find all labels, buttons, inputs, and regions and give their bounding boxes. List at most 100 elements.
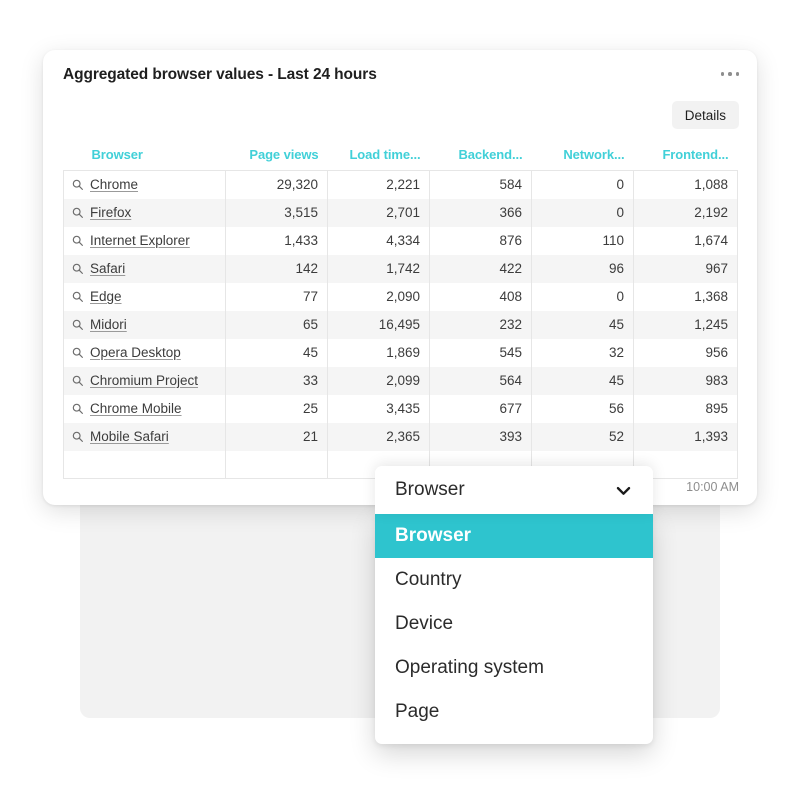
kebab-dot: [721, 72, 725, 76]
cell-browser: Internet Explorer: [64, 227, 226, 255]
more-horizontal-icon[interactable]: [721, 72, 740, 76]
page-title: Aggregated browser values - Last 24 hour…: [63, 66, 377, 84]
search-icon[interactable]: [71, 206, 84, 219]
cell-backend: 422: [430, 255, 532, 283]
search-icon[interactable]: [71, 234, 84, 247]
cell-browser: Edge: [64, 283, 226, 311]
table-row: Edge772,09040801,368: [64, 283, 738, 311]
table-row: Mobile Safari212,365393521,393: [64, 423, 738, 451]
kebab-dot: [736, 72, 740, 76]
cell-browser: Chrome: [64, 171, 226, 199]
column-header-backend[interactable]: Backend...: [430, 147, 532, 171]
cell-frontend: 956: [634, 339, 738, 367]
browser-name-link[interactable]: Firefox: [90, 205, 131, 220]
cell-page-views: 65: [226, 311, 328, 339]
cell-browser: Midori: [64, 311, 226, 339]
browser-name-link[interactable]: Internet Explorer: [90, 233, 190, 248]
dropdown-option-page[interactable]: Page: [375, 690, 653, 734]
cell-backend: 393: [430, 423, 532, 451]
cell-load-time: 2,090: [328, 283, 430, 311]
cell-frontend: 895: [634, 395, 738, 423]
column-header-network[interactable]: Network...: [532, 147, 634, 171]
screen: Aggregated browser values - Last 24 hour…: [0, 0, 800, 800]
cell-browser: [64, 451, 226, 479]
cell-backend: 564: [430, 367, 532, 395]
search-icon[interactable]: [71, 374, 84, 387]
cell-browser: Safari: [64, 255, 226, 283]
cell-page-views: 25: [226, 395, 328, 423]
search-icon[interactable]: [71, 178, 84, 191]
column-header-frontend[interactable]: Frontend...: [634, 147, 738, 171]
table-row: Chromium Project332,09956445983: [64, 367, 738, 395]
cell-backend: 677: [430, 395, 532, 423]
cell-network: 96: [532, 255, 634, 283]
cell-browser: Chrome Mobile: [64, 395, 226, 423]
cell-load-time: 4,334: [328, 227, 430, 255]
cell-page-views: [226, 451, 328, 479]
dropdown-option-country[interactable]: Country: [375, 558, 653, 602]
cell-load-time: 2,365: [328, 423, 430, 451]
table-row: Chrome Mobile253,43567756895: [64, 395, 738, 423]
cell-page-views: 45: [226, 339, 328, 367]
cell-frontend: 1,088: [634, 171, 738, 199]
browser-name-link[interactable]: Chrome: [90, 177, 138, 192]
cell-frontend: 1,245: [634, 311, 738, 339]
cell-backend: 876: [430, 227, 532, 255]
browser-name-link[interactable]: Midori: [90, 317, 127, 332]
browser-name-link[interactable]: Chrome Mobile: [90, 401, 182, 416]
cell-load-time: 16,495: [328, 311, 430, 339]
dropdown-option-device[interactable]: Device: [375, 602, 653, 646]
table-row: Midori6516,495232451,245: [64, 311, 738, 339]
browser-name-link[interactable]: Mobile Safari: [90, 429, 169, 444]
browser-name-link[interactable]: Safari: [90, 261, 125, 276]
details-button[interactable]: Details: [672, 101, 739, 129]
dropdown-option-list: BrowserCountryDeviceOperating systemPage: [375, 514, 653, 744]
dimension-dropdown: Browser BrowserCountryDeviceOperating sy…: [375, 466, 653, 744]
table-row: Firefox3,5152,70136602,192: [64, 199, 738, 227]
search-icon[interactable]: [71, 430, 84, 443]
cell-frontend: 983: [634, 367, 738, 395]
search-icon[interactable]: [71, 318, 84, 331]
search-icon[interactable]: [71, 290, 84, 303]
browser-table: Browser Page views Load time... Backend.…: [63, 147, 737, 479]
cell-frontend: 2,192: [634, 199, 738, 227]
cell-frontend: 1,393: [634, 423, 738, 451]
column-header-load-time[interactable]: Load time...: [328, 147, 430, 171]
cell-page-views: 1,433: [226, 227, 328, 255]
column-header-browser[interactable]: Browser: [64, 147, 226, 171]
cell-page-views: 29,320: [226, 171, 328, 199]
kebab-dot: [728, 72, 732, 76]
cell-load-time: 2,099: [328, 367, 430, 395]
cell-backend: 366: [430, 199, 532, 227]
cell-page-views: 3,515: [226, 199, 328, 227]
browser-name-link[interactable]: Chromium Project: [90, 373, 198, 388]
search-icon[interactable]: [71, 346, 84, 359]
browser-name-link[interactable]: Opera Desktop: [90, 345, 181, 360]
cell-load-time: 1,742: [328, 255, 430, 283]
table-row: Opera Desktop451,86954532956: [64, 339, 738, 367]
column-header-page-views[interactable]: Page views: [226, 147, 328, 171]
cell-network: 52: [532, 423, 634, 451]
search-icon[interactable]: [71, 402, 84, 415]
timestamp: 10:00 AM: [686, 480, 739, 494]
table-header-row: Browser Page views Load time... Backend.…: [64, 147, 738, 171]
cell-backend: 545: [430, 339, 532, 367]
dropdown-option-browser[interactable]: Browser: [375, 514, 653, 558]
search-icon[interactable]: [71, 262, 84, 275]
chevron-down-icon[interactable]: [614, 481, 633, 500]
cell-browser: Opera Desktop: [64, 339, 226, 367]
cell-load-time: 1,869: [328, 339, 430, 367]
cell-load-time: 2,221: [328, 171, 430, 199]
dropdown-option-operating-system[interactable]: Operating system: [375, 646, 653, 690]
cell-frontend: 1,368: [634, 283, 738, 311]
cell-network: 0: [532, 283, 634, 311]
browser-name-link[interactable]: Edge: [90, 289, 122, 304]
table-row: Internet Explorer1,4334,3348761101,674: [64, 227, 738, 255]
cell-frontend: 967: [634, 255, 738, 283]
cell-network: 45: [532, 311, 634, 339]
cell-backend: 584: [430, 171, 532, 199]
table-row: Safari1421,74242296967: [64, 255, 738, 283]
cell-network: 110: [532, 227, 634, 255]
dropdown-control[interactable]: Browser: [375, 466, 653, 514]
cell-browser: Chromium Project: [64, 367, 226, 395]
